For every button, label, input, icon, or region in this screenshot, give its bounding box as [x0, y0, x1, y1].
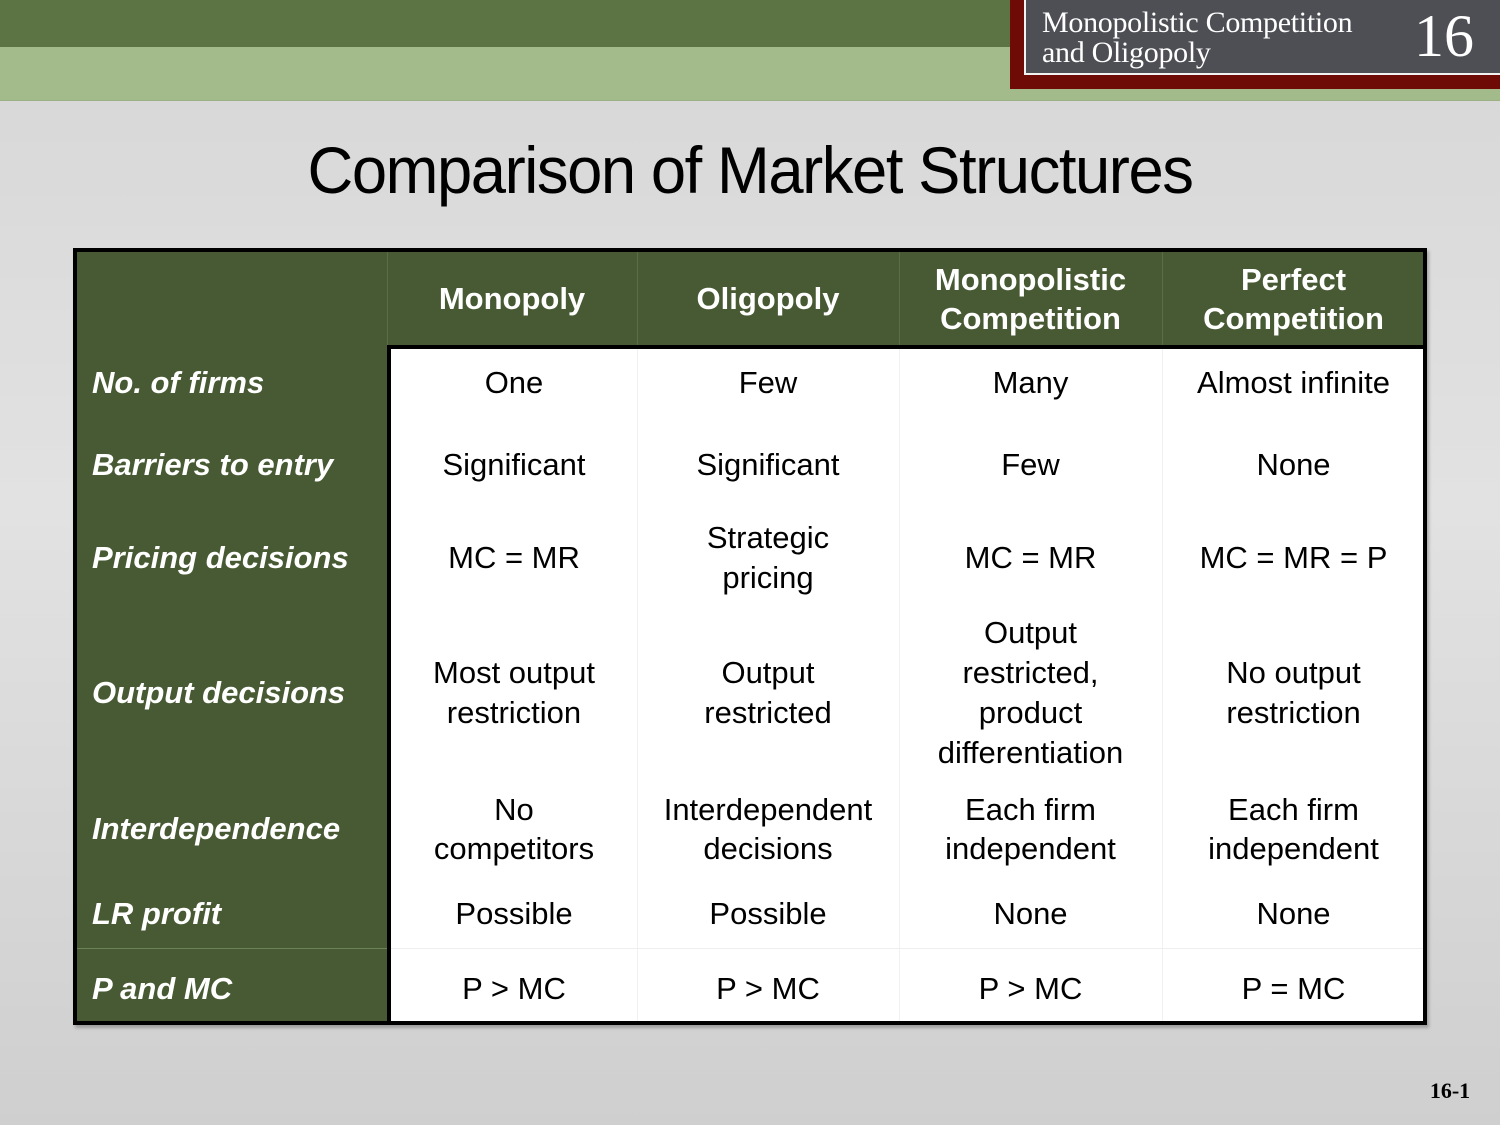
- table-cell: Each firm independent: [1208, 792, 1379, 866]
- table-cell: Many: [992, 365, 1069, 400]
- table-cell: Few: [738, 365, 798, 400]
- chapter-number: 16: [1414, 3, 1474, 69]
- table-cell: MC = MR: [448, 540, 580, 575]
- table-cell: Significant: [442, 447, 586, 482]
- row-label-output-decisions: Output decisions: [92, 675, 346, 710]
- row-label-no-of-firms: No. of firms: [92, 365, 265, 400]
- table-cell: MC = MR: [964, 540, 1097, 575]
- table-cell: P > MC: [716, 971, 820, 1006]
- comparison-table: Monopoly Oligopoly Monopolistic Competit…: [73, 248, 1427, 1025]
- table-cell: Strategic pricing: [706, 520, 830, 595]
- table-cell: None: [1256, 447, 1331, 482]
- row-label-pricing-decisions: Pricing decisions: [92, 540, 349, 575]
- row-divider: [391, 948, 1423, 949]
- table-cell: None: [1256, 896, 1331, 931]
- slide-title: Comparison of Market Structures: [307, 133, 1194, 207]
- table-cell: Few: [1001, 447, 1060, 482]
- table-cell: Interdependent decisions: [663, 792, 873, 866]
- chapter-title-line2: and Oligopoly: [1042, 36, 1211, 69]
- table-cell: None: [993, 896, 1068, 931]
- column-header-monopolistic-competition: Monopolistic Competition: [934, 261, 1127, 336]
- table-cell: No output restriction: [1226, 655, 1361, 730]
- table-cell: Output restricted, product differentiati…: [937, 615, 1124, 770]
- row-label-barriers-to-entry: Barriers to entry: [92, 447, 334, 482]
- row-label-lr-profit: LR profit: [92, 896, 222, 931]
- table-cell: P = MC: [1241, 971, 1346, 1006]
- table-cell: P > MC: [978, 971, 1083, 1006]
- column-header-oligopoly: Oligopoly: [696, 281, 840, 316]
- chapter-title: Monopolistic Competition and Oligopoly: [1042, 8, 1402, 68]
- table-cell: MC = MR = P: [1199, 540, 1388, 575]
- table-cell: Possible: [709, 896, 827, 931]
- column-header-monopoly: Monopoly: [438, 281, 586, 316]
- chapter-title-line1: Monopolistic Competition: [1042, 6, 1353, 39]
- table-cell: P > MC: [462, 971, 566, 1006]
- column-header-perfect-competition: Perfect Competition: [1203, 261, 1384, 336]
- row-divider: [77, 948, 387, 949]
- table-cell: Significant: [696, 447, 840, 482]
- table-cell: Output restricted: [704, 655, 832, 730]
- row-label-p-and-mc: P and MC: [92, 971, 233, 1006]
- table-cell: Most output restriction: [433, 655, 595, 730]
- page-number: 16-1: [1429, 1078, 1471, 1103]
- table-cell: No competitors: [433, 792, 595, 866]
- table-cell: Each firm independent: [945, 792, 1116, 866]
- table-cell: One: [484, 365, 544, 400]
- table-cell: Possible: [455, 896, 573, 931]
- table-cell: Almost infinite: [1197, 365, 1390, 400]
- row-label-interdependence: Interdependence: [92, 811, 341, 846]
